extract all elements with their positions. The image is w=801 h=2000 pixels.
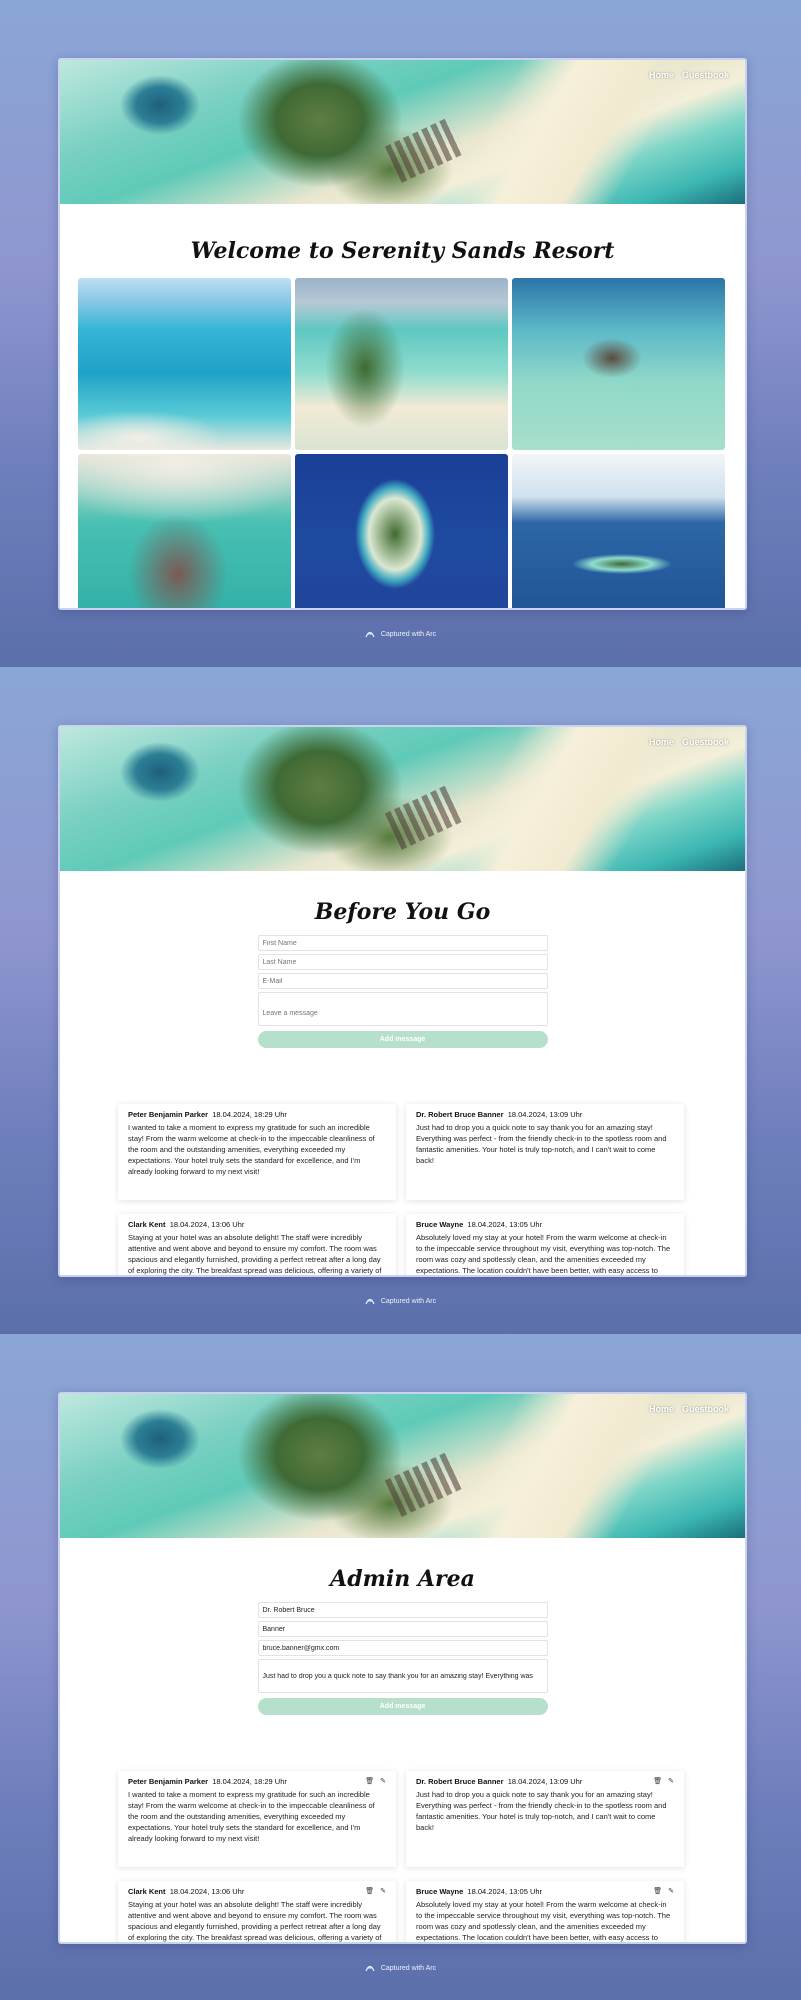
gallery-photo-beach — [78, 278, 291, 450]
delete-icon[interactable]: 🗑 — [653, 1887, 662, 1895]
page-title: Admin Area — [330, 1566, 475, 1592]
screenshot-admin: Home Guestbook Admin Area Add message Pe… — [0, 1334, 801, 2000]
browser-window: Home Guestbook Welcome to Serenity Sands… — [58, 58, 747, 610]
admin-edit-form: Add message — [257, 1602, 548, 1715]
hero-banner-image: Home Guestbook — [60, 1394, 745, 1538]
entry-date: 18.04.2024, 18:29 Uhr — [212, 1110, 287, 1119]
message-field[interactable] — [257, 992, 548, 1026]
guestbook-entry: Clark Kent 18.04.2024, 13:06 Uhr 🗑 ✎ Sta… — [118, 1881, 396, 1942]
entry-text: Just had to drop you a quick note to say… — [416, 1790, 667, 1832]
photo-gallery — [60, 278, 745, 608]
guestbook-entries: Peter Benjamin Parker 18.04.2024, 18:29 … — [60, 1104, 745, 1275]
browser-window: Home Guestbook Before You Go Add message… — [58, 725, 747, 1277]
entry-author: Peter Benjamin Parker — [128, 1110, 209, 1119]
delete-icon[interactable]: 🗑 — [365, 1887, 374, 1895]
guestbook-entry: Peter Benjamin Parker 18.04.2024, 18:29 … — [118, 1771, 396, 1867]
top-nav: Home Guestbook — [649, 70, 729, 80]
nav-home-link[interactable]: Home — [649, 737, 674, 747]
entry-author: Bruce Wayne — [416, 1220, 464, 1229]
first-name-field[interactable] — [257, 1602, 548, 1618]
entry-author: Peter Benjamin Parker — [128, 1777, 209, 1786]
email-field[interactable] — [257, 1640, 548, 1656]
entry-author: Clark Kent — [128, 1887, 166, 1896]
entry-text: Staying at your hotel was an absolute de… — [128, 1900, 382, 1942]
entry-date: 18.04.2024, 13:05 Uhr — [467, 1220, 543, 1229]
entry-text: Just had to drop you a quick note to say… — [416, 1123, 667, 1165]
entry-text: Absolutely loved my stay at your hotel! … — [416, 1233, 671, 1275]
edit-icon[interactable]: ✎ — [668, 1887, 674, 1895]
entry-text: I wanted to take a moment to express my … — [128, 1123, 375, 1176]
entry-author: Bruce Wayne — [416, 1887, 464, 1896]
guestbook-entry: Bruce Wayne 18.04.2024, 13:05 Uhr Absolu… — [406, 1214, 684, 1275]
nav-guestbook-link[interactable]: Guestbook — [682, 1404, 729, 1414]
capture-caption: Captured with Arc — [0, 1964, 801, 1972]
entry-author: Dr. Robert Bruce Banner — [416, 1110, 504, 1119]
arc-logo-icon — [365, 1298, 375, 1305]
entry-text: Absolutely loved my stay at your hotel! … — [416, 1900, 671, 1942]
browser-window: Home Guestbook Admin Area Add message Pe… — [58, 1392, 747, 1944]
screenshot-guestbook: Home Guestbook Before You Go Add message… — [0, 667, 801, 1334]
gallery-photo-pier-villas — [78, 454, 291, 608]
nav-guestbook-link[interactable]: Guestbook — [682, 737, 729, 747]
guestbook-entry: Bruce Wayne 18.04.2024, 13:05 Uhr 🗑 ✎ Ab… — [406, 1881, 684, 1942]
nav-home-link[interactable]: Home — [649, 70, 674, 80]
entry-date: 18.04.2024, 13:09 Uhr — [507, 1777, 583, 1786]
delete-icon[interactable]: 🗑 — [653, 1777, 662, 1785]
entry-text: I wanted to take a moment to express my … — [128, 1790, 375, 1843]
capture-caption: Captured with Arc — [0, 1297, 801, 1305]
guestbook-entry: Clark Kent 18.04.2024, 13:06 Uhr Staying… — [118, 1214, 396, 1275]
last-name-field[interactable] — [257, 1621, 548, 1637]
guestbook-entry: Peter Benjamin Parker 18.04.2024, 18:29 … — [118, 1104, 396, 1200]
entry-date: 18.04.2024, 13:06 Uhr — [169, 1887, 245, 1896]
edit-icon[interactable]: ✎ — [668, 1777, 674, 1785]
guestbook-entry: Dr. Robert Bruce Banner 18.04.2024, 13:0… — [406, 1104, 684, 1200]
message-field[interactable] — [257, 1659, 548, 1693]
nav-home-link[interactable]: Home — [649, 1404, 674, 1414]
edit-icon[interactable]: ✎ — [380, 1777, 386, 1785]
top-nav: Home Guestbook — [649, 1404, 729, 1414]
delete-icon[interactable]: 🗑 — [365, 1777, 374, 1785]
entry-text: Staying at your hotel was an absolute de… — [128, 1233, 382, 1275]
page-title: Before You Go — [314, 899, 491, 925]
guestbook-entry: Dr. Robert Bruce Banner 18.04.2024, 13:0… — [406, 1771, 684, 1867]
entry-author: Clark Kent — [128, 1220, 166, 1229]
last-name-field[interactable] — [257, 954, 548, 970]
add-message-button[interactable]: Add message — [257, 1031, 548, 1048]
add-message-button[interactable]: Add message — [257, 1698, 548, 1715]
gallery-photo-round-island — [295, 454, 508, 608]
top-nav: Home Guestbook — [649, 737, 729, 747]
email-field[interactable] — [257, 973, 548, 989]
entry-date: 18.04.2024, 13:09 Uhr — [507, 1110, 583, 1119]
gallery-photo-atoll — [512, 454, 725, 608]
capture-caption: Captured with Arc — [0, 630, 801, 638]
screenshot-home: Home Guestbook Welcome to Serenity Sands… — [0, 0, 801, 667]
first-name-field[interactable] — [257, 935, 548, 951]
entry-author: Dr. Robert Bruce Banner — [416, 1777, 504, 1786]
gallery-photo-water-villas — [512, 278, 725, 450]
entry-date: 18.04.2024, 18:29 Uhr — [212, 1777, 287, 1786]
entry-date: 18.04.2024, 13:05 Uhr — [467, 1887, 543, 1896]
guestbook-form: Add message — [257, 935, 548, 1048]
arc-logo-icon — [365, 1965, 375, 1972]
gallery-photo-island-shore — [295, 278, 508, 450]
page-title: Welcome to Serenity Sands Resort — [190, 238, 615, 264]
edit-icon[interactable]: ✎ — [380, 1887, 386, 1895]
hero-banner-image: Home Guestbook — [60, 60, 745, 204]
entry-date: 18.04.2024, 13:06 Uhr — [169, 1220, 245, 1229]
hero-banner-image: Home Guestbook — [60, 727, 745, 871]
arc-logo-icon — [365, 631, 375, 638]
nav-guestbook-link[interactable]: Guestbook — [682, 70, 729, 80]
guestbook-entries: Peter Benjamin Parker 18.04.2024, 18:29 … — [60, 1771, 745, 1942]
